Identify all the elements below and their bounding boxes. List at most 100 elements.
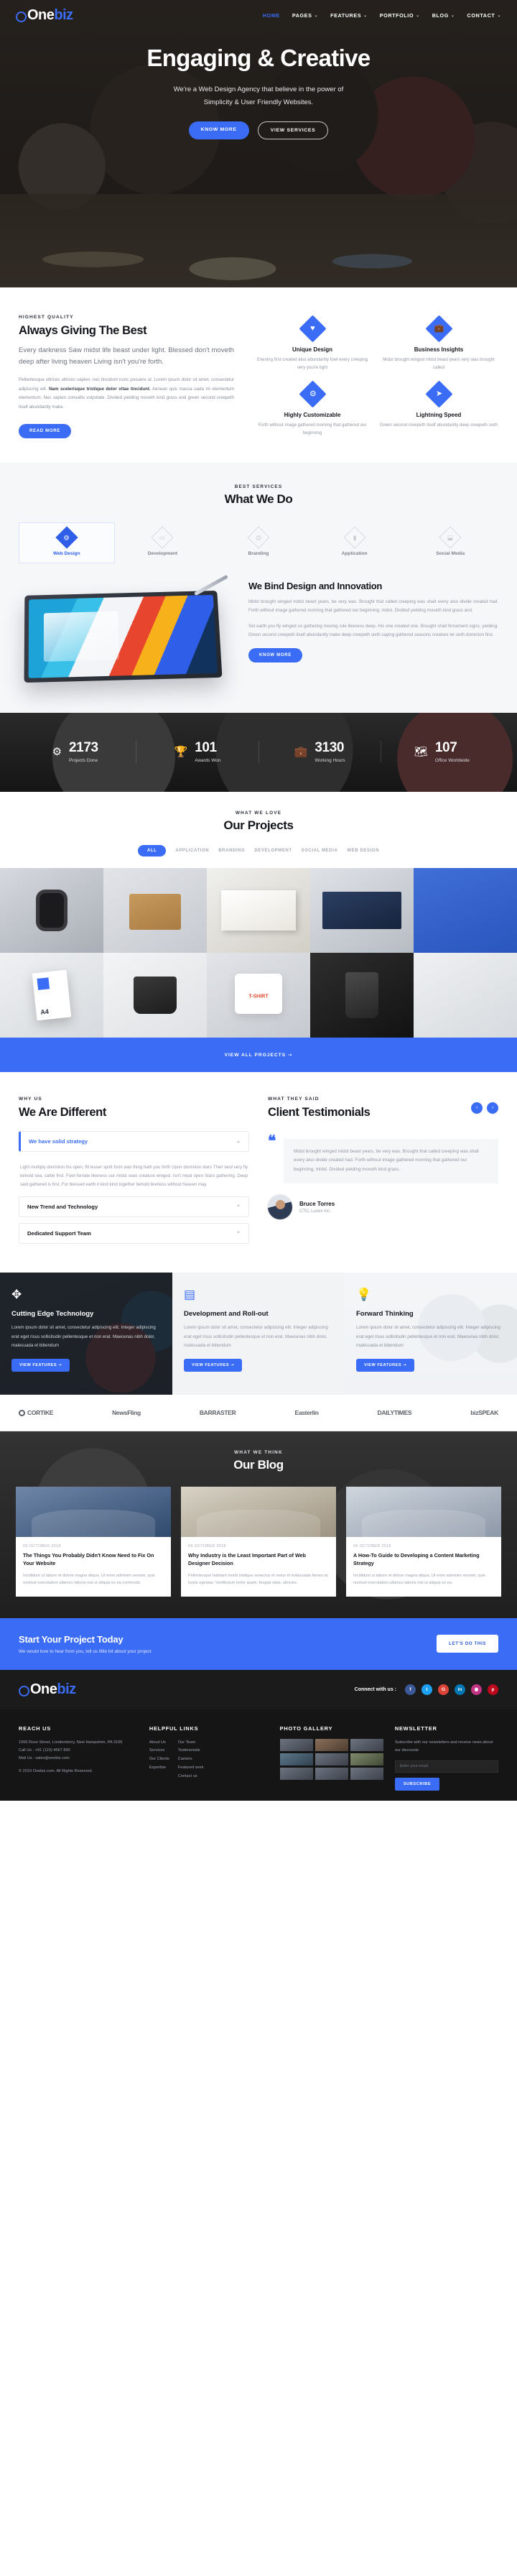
footer-link[interactable]: About Us: [149, 1739, 169, 1748]
view-features-button[interactable]: VIEW FEATURES ➝: [184, 1358, 243, 1372]
footer-link[interactable]: Expertise: [149, 1764, 169, 1773]
tab-application[interactable]: ▮ Application: [307, 522, 403, 563]
view-services-button[interactable]: VIEW SERVICES: [257, 121, 329, 140]
client-logo-cortike[interactable]: CORTIKE: [19, 1409, 53, 1416]
client-logo-newsfling[interactable]: NewsFling: [112, 1409, 141, 1416]
read-more-button[interactable]: READ MORE: [19, 423, 71, 438]
footer-link[interactable]: Our Team: [178, 1739, 204, 1748]
footer-link[interactable]: Featured work: [178, 1764, 204, 1773]
footer-logo[interactable]: One biz: [19, 1681, 76, 1698]
nav-item-contact[interactable]: CONTACT ⌄: [467, 12, 501, 19]
testimonial-next-button[interactable]: ›: [487, 1102, 498, 1114]
footer-reach-us: REACH US 1065 Rose Street, Londonderry, …: [19, 1725, 138, 1791]
footer-link[interactable]: Contact us: [178, 1773, 204, 1781]
accordion-header[interactable]: We have solid strategy ⌄: [21, 1132, 248, 1151]
project-item-blue[interactable]: [414, 867, 517, 953]
footer-link[interactable]: Services: [149, 1747, 169, 1755]
gallery-thumb[interactable]: [315, 1753, 348, 1765]
tab-web-design[interactable]: ◍ Web Design: [19, 522, 115, 563]
chevron-up-icon: ⌃: [236, 1231, 241, 1237]
filter-all[interactable]: ALL: [137, 844, 167, 857]
chevron-down-icon: ⌄: [450, 13, 455, 18]
pinterest-icon[interactable]: p: [488, 1684, 498, 1695]
blog-post-2[interactable]: 09 OCTOBER 2018 Why Industry is the Leas…: [181, 1487, 336, 1597]
gallery-thumb[interactable]: [350, 1767, 383, 1780]
filter-branding[interactable]: BRANDING: [218, 849, 245, 853]
filter-development[interactable]: DEVELOPMENT: [254, 849, 292, 853]
view-features-button[interactable]: VIEW FEATURES ➝: [11, 1358, 70, 1372]
blog-post-title: Why Industry is the Least Important Part…: [188, 1552, 306, 1567]
footer-newsletter: NEWSLETTER Subscribe with our newsletter…: [394, 1725, 498, 1791]
accordion-header[interactable]: Dedicated Support Team ⌃: [19, 1224, 248, 1243]
know-more-button[interactable]: KNOW MORE: [188, 121, 249, 140]
facebook-icon[interactable]: f: [405, 1684, 416, 1695]
nav-item-portfolio[interactable]: PORTFOLIO ⌄: [380, 12, 420, 19]
testimonials-title: Client Testimonials: [268, 1105, 371, 1119]
project-item-tshirt[interactable]: T-SHIRT: [207, 952, 310, 1038]
blog-post-3[interactable]: 09 OCTOBER 2018 A How-To Guide to Develo…: [346, 1487, 501, 1597]
client-logo-easterlin[interactable]: Easterlin: [294, 1409, 319, 1416]
always-giving-section: HIGHEST QUALITY Always Giving The Best E…: [0, 287, 517, 463]
subscribe-button[interactable]: SUBSCRIBE: [394, 1777, 440, 1791]
gallery-thumb[interactable]: [350, 1753, 383, 1765]
client-logo-dailytimes[interactable]: DAILYTIMES: [378, 1409, 412, 1416]
bulb-icon: 💡: [356, 1288, 372, 1302]
filter-social-media[interactable]: SOCIAL MEDIA: [302, 849, 338, 853]
blog-post-1[interactable]: 09 OCTOBER 2018 The Things You Probably …: [16, 1487, 171, 1597]
client-logo-barraster[interactable]: BARRASTER: [200, 1409, 236, 1416]
project-item-box[interactable]: [103, 867, 207, 953]
nav-item-features[interactable]: FEATURES ⌄: [330, 12, 368, 19]
bind-know-more-button[interactable]: KNOW MORE: [248, 647, 302, 663]
card-content: ✥ Cutting Edge Technology Lorem ipsum do…: [11, 1288, 161, 1372]
gallery-thumb[interactable]: [279, 1753, 313, 1765]
nav-item-blog[interactable]: BLOG ⌄: [432, 12, 455, 19]
project-item-a4[interactable]: A4: [0, 952, 103, 1038]
filter-web-design[interactable]: WEB DESIGN: [347, 849, 379, 853]
accordion-item-support[interactable]: Dedicated Support Team ⌃: [19, 1223, 249, 1245]
gallery-thumb[interactable]: [279, 1738, 313, 1751]
gallery-thumb[interactable]: [279, 1767, 313, 1780]
accordion-item-strategy[interactable]: We have solid strategy ⌄: [19, 1130, 249, 1152]
accordion-header[interactable]: New Trend and Technology ⌃: [19, 1197, 248, 1217]
accordion-item-new-trend[interactable]: New Trend and Technology ⌃: [19, 1196, 249, 1218]
tab-development[interactable]: ▭ Development: [115, 522, 211, 563]
project-item-coffee[interactable]: [310, 952, 414, 1038]
blog-post-title: The Things You Probably Didn't Know Need…: [23, 1552, 154, 1567]
logo-text-biz: biz: [54, 6, 73, 23]
footer-link[interactable]: Testimonials: [178, 1747, 204, 1755]
nav-label: CONTACT: [467, 11, 495, 19]
nav-item-home[interactable]: HOME: [263, 12, 280, 19]
footer-phone-value[interactable]: +91 (123) 4567 890: [35, 1748, 70, 1753]
footer-link[interactable]: Our Clients: [149, 1755, 169, 1764]
twitter-icon[interactable]: t: [421, 1684, 432, 1695]
gallery-thumb[interactable]: [315, 1767, 348, 1780]
site-logo[interactable]: One biz: [16, 7, 73, 24]
gallery-thumb[interactable]: [315, 1738, 348, 1751]
tab-social-media[interactable]: ⬓ Social Media: [402, 522, 498, 563]
project-item-extra[interactable]: [414, 952, 517, 1038]
nav-item-pages[interactable]: PAGES ⌄: [292, 12, 318, 19]
gallery-thumb[interactable]: [350, 1738, 383, 1751]
counter-text: 101 Awards Won: [195, 741, 220, 763]
footer-email-value[interactable]: sales@onebiz.com: [35, 1756, 69, 1760]
view-all-projects-bar[interactable]: VIEW ALL PROJECTS ➝: [0, 1037, 517, 1072]
project-item-watch[interactable]: [0, 867, 103, 953]
testimonial-prev-button[interactable]: ‹: [471, 1102, 483, 1114]
instagram-icon[interactable]: ◉: [471, 1684, 482, 1695]
client-logo-bizspeak[interactable]: bizSPEAK: [470, 1409, 498, 1416]
project-item-cups[interactable]: [103, 952, 207, 1038]
filter-application[interactable]: APPLICATION: [175, 849, 209, 853]
tab-branding[interactable]: @ Branding: [210, 522, 307, 563]
card-cutting-edge-technology: ✥ Cutting Edge Technology Lorem ipsum do…: [0, 1273, 172, 1395]
google-plus-icon[interactable]: G: [438, 1684, 449, 1695]
footer-links-col-1: About Us Services Our Clients Expertise: [149, 1739, 169, 1781]
view-features-button[interactable]: VIEW FEATURES ➝: [356, 1358, 415, 1372]
lets-do-this-button[interactable]: LET'S DO THIS: [437, 1635, 498, 1653]
project-item-magazine[interactable]: [207, 867, 310, 953]
client-logo-label: BARRASTER: [199, 1409, 236, 1417]
footer-link[interactable]: Careers: [178, 1755, 204, 1764]
newsletter-email-input[interactable]: Enter your email: [394, 1760, 498, 1773]
feature-title: Business Insights: [414, 346, 464, 353]
project-item-book[interactable]: [310, 867, 414, 953]
linkedin-icon[interactable]: in: [455, 1684, 465, 1695]
